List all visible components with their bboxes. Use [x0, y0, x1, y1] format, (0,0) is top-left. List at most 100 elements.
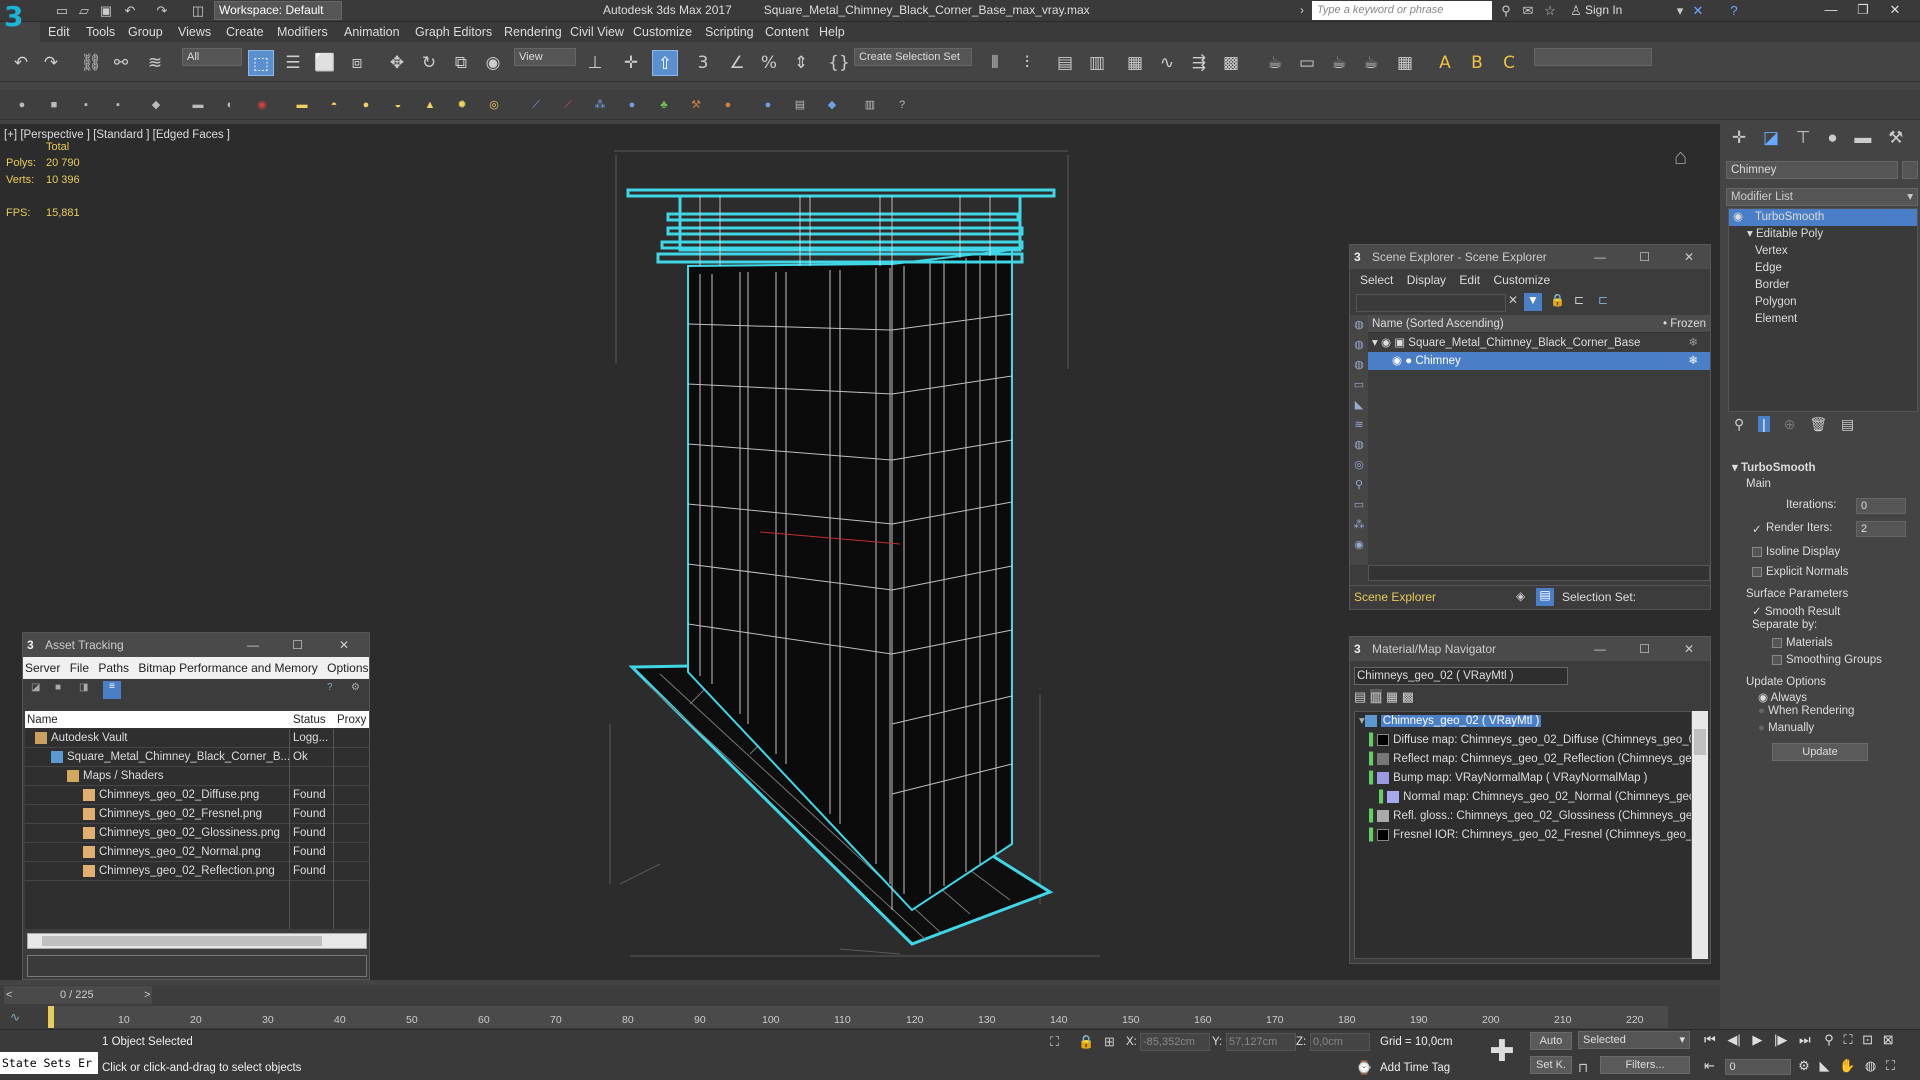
object-name-field[interactable]: Chimney [1726, 161, 1898, 179]
lock-icon[interactable]: 🔒 [1550, 293, 1565, 307]
vray-settings-icon[interactable]: ▥ [862, 97, 878, 113]
vray-toolbar-icon-3[interactable]: ▪ [78, 97, 94, 113]
materials-row[interactable]: Materials [1732, 634, 1916, 651]
scene-item-root[interactable]: ▾ ◉ ▣ Square_Metal_Chimney_Black_Corner_… [1368, 334, 1710, 352]
vray-sphere-icon[interactable]: ● [624, 97, 640, 113]
asset-refresh-icon[interactable]: ◪ [31, 682, 40, 693]
viewport-edged-faces[interactable]: [Edged Faces ] [153, 129, 230, 141]
stack-item-edge[interactable]: Edge [1729, 260, 1917, 277]
render-setup-icon[interactable]: ☕ [1262, 50, 1288, 76]
stack-item-vertex[interactable]: Vertex [1729, 243, 1917, 260]
prev-frame-icon[interactable]: < [6, 989, 12, 1001]
scene-col-frozen[interactable]: • Frozen [1663, 315, 1706, 333]
clear-search-icon[interactable]: ✕ [1508, 293, 1518, 307]
maximize-viewport-icon[interactable]: ⛶ [1886, 1058, 1895, 1073]
menu-tools[interactable]: Tools [86, 25, 115, 39]
vray-clipper-icon[interactable]: ♣ [656, 97, 672, 113]
vray-sphere-light-icon[interactable]: ● [358, 97, 374, 113]
vray-toolbar-icon-7[interactable]: ◐ [222, 97, 238, 113]
align-icon[interactable]: ⫶ [1014, 50, 1040, 76]
key-mode-icon[interactable]: ⊓ [1578, 1060, 1588, 1076]
rectangular-selection-icon[interactable]: ⬜ [312, 50, 338, 76]
material-navigator-close[interactable]: ✕ [1684, 637, 1694, 661]
vray-frame-buffer-icon[interactable]: ● [14, 97, 30, 113]
redo-toolbar-icon[interactable]: ↷ [38, 50, 64, 76]
maxscript-listener[interactable]: State Sets Er [0, 1052, 98, 1074]
menu-create[interactable]: Create [226, 25, 264, 39]
open-file-icon[interactable]: ▱ [76, 3, 92, 19]
vray-help-icon[interactable]: ? [894, 97, 910, 113]
communication-icon[interactable]: ✉ [1520, 3, 1536, 19]
rollout-header[interactable]: ▾ TurboSmooth [1732, 460, 1916, 478]
menu-scripting[interactable]: Scripting [705, 25, 754, 39]
scene-menu-select[interactable]: Select [1360, 273, 1393, 287]
time-slider[interactable]: < 0 / 225 > [4, 986, 152, 1004]
remove-modifier-icon[interactable]: 🗑 [1809, 416, 1827, 432]
vray-bake-icon[interactable]: B [1464, 50, 1490, 76]
material-navigator-vscrollbar[interactable] [1692, 711, 1708, 959]
modifier-list-dropdown[interactable]: Modifier List ▾ [1726, 188, 1918, 206]
always-radio-row[interactable]: ◉ Always [1732, 686, 1916, 704]
when-rendering-radio-row[interactable]: ● When Rendering [1732, 703, 1916, 720]
table-row[interactable]: Square_Metal_Chimney_Black_Corner_B... Ok [25, 748, 369, 767]
vray-dome-light-icon[interactable]: ◓ [326, 97, 342, 113]
vray-camera-icon[interactable]: C [1496, 50, 1522, 76]
workspace-dropdown[interactable]: Workspace: Default [214, 1, 342, 20]
scene-menu-display[interactable]: Display [1407, 273, 1446, 287]
vray-material-icon[interactable]: ● [760, 97, 776, 113]
when-rendering-radio[interactable]: ● [1758, 705, 1768, 717]
vray-lister-icon[interactable]: ▤ [792, 97, 808, 113]
bind-space-warp-icon[interactable]: ≋ [142, 50, 168, 76]
asset-tracking-maximize[interactable]: ☐ [292, 633, 303, 657]
time-tag-icon[interactable]: ⌚ [1356, 1060, 1372, 1076]
asset-col-status[interactable]: Status [293, 711, 326, 729]
scene-menu-edit[interactable]: Edit [1459, 273, 1480, 287]
vray-mesh-icon[interactable]: ⚒ [688, 97, 704, 113]
hierarchy-icon[interactable]: ⊏ [1574, 293, 1584, 307]
reference-coordinate-dropdown[interactable]: View [514, 48, 576, 66]
asset-tracking-close[interactable]: ✕ [339, 633, 349, 657]
help-icon[interactable]: ? [1726, 3, 1742, 19]
view-list-icons-icon[interactable]: ▥ [1369, 689, 1383, 704]
mirror-icon[interactable]: ⫴ [982, 50, 1008, 76]
table-row[interactable]: Chimneys_geo_02_Diffuse.png Found [25, 786, 369, 805]
rotate-icon[interactable]: ↻ [416, 50, 442, 76]
vray-toolbar-icon-2[interactable]: ■ [46, 97, 62, 113]
pin-stack-icon[interactable]: ⚲ [1734, 416, 1744, 432]
list-item[interactable]: ▌ Reflect map: Chimneys_geo_02_Reflection… [1355, 750, 1691, 769]
vray-sun-icon[interactable]: ✹ [454, 97, 470, 113]
isoline-checkbox[interactable] [1752, 546, 1762, 557]
viewport-shading-standard[interactable]: [Standard ] [93, 129, 149, 141]
layer-explorer-icon[interactable]: ▥ [1084, 50, 1110, 76]
close-button[interactable]: ✕ [1880, 2, 1910, 20]
list-item[interactable]: ▌ Refl. gloss.: Chimneys_geo_02_Glossines… [1355, 807, 1691, 826]
table-row[interactable]: Chimneys_geo_02_Normal.png Found [25, 843, 369, 862]
percent-snap-icon[interactable]: % [756, 50, 782, 76]
vray-toolbar-icon-5[interactable]: ◆ [148, 97, 164, 113]
search-arrow-icon[interactable]: › [1300, 3, 1304, 17]
create-tab-icon[interactable]: ✛ [1732, 128, 1746, 147]
next-key-icon[interactable]: |▶ [1774, 1032, 1787, 1047]
scene-explorer-titlebar[interactable]: 3 Scene Explorer - Scene Explorer — ☐ ✕ [1350, 245, 1710, 269]
z-coordinate-field[interactable]: 0,0cm [1310, 1033, 1370, 1051]
goto-end-icon[interactable]: ⏭ [1799, 1032, 1811, 1047]
auto-key-button[interactable]: Auto [1530, 1032, 1572, 1050]
viewport-label[interactable]: [+] [Perspective ] [Standard ] [Edged Fa… [4, 129, 230, 141]
set-key-icon[interactable]: ✚ [1484, 1034, 1520, 1070]
scene-explorer-search-input[interactable] [1356, 294, 1506, 312]
view-small-icons-icon[interactable]: ▦ [1386, 689, 1398, 704]
make-unique-icon[interactable]: ⊕ [1784, 416, 1796, 432]
asset-path-field[interactable] [27, 955, 367, 977]
material-navigator-minimize[interactable]: — [1594, 637, 1606, 661]
redo-icon[interactable]: ↷ [154, 3, 170, 19]
selection-lock-icon[interactable]: 🔒 [1078, 1034, 1094, 1050]
edit-named-selection-icon[interactable]: {} [826, 50, 852, 76]
filter-icon[interactable]: ▼ [1524, 293, 1542, 311]
stack-item-turbosmooth[interactable]: ◉ TurboSmooth [1729, 209, 1917, 226]
vray-toolbar-icon-4[interactable]: ▪ [110, 97, 126, 113]
goto-start-icon[interactable]: ⏮ [1704, 1032, 1716, 1047]
toolbar-extra-dropdown[interactable] [1534, 48, 1652, 66]
zoom-all-icon[interactable]: ⊡ [1862, 1032, 1873, 1047]
field-of-view-icon[interactable]: ◣ [1819, 1058, 1829, 1073]
asset-tree-icon[interactable]: ◨ [79, 682, 88, 693]
